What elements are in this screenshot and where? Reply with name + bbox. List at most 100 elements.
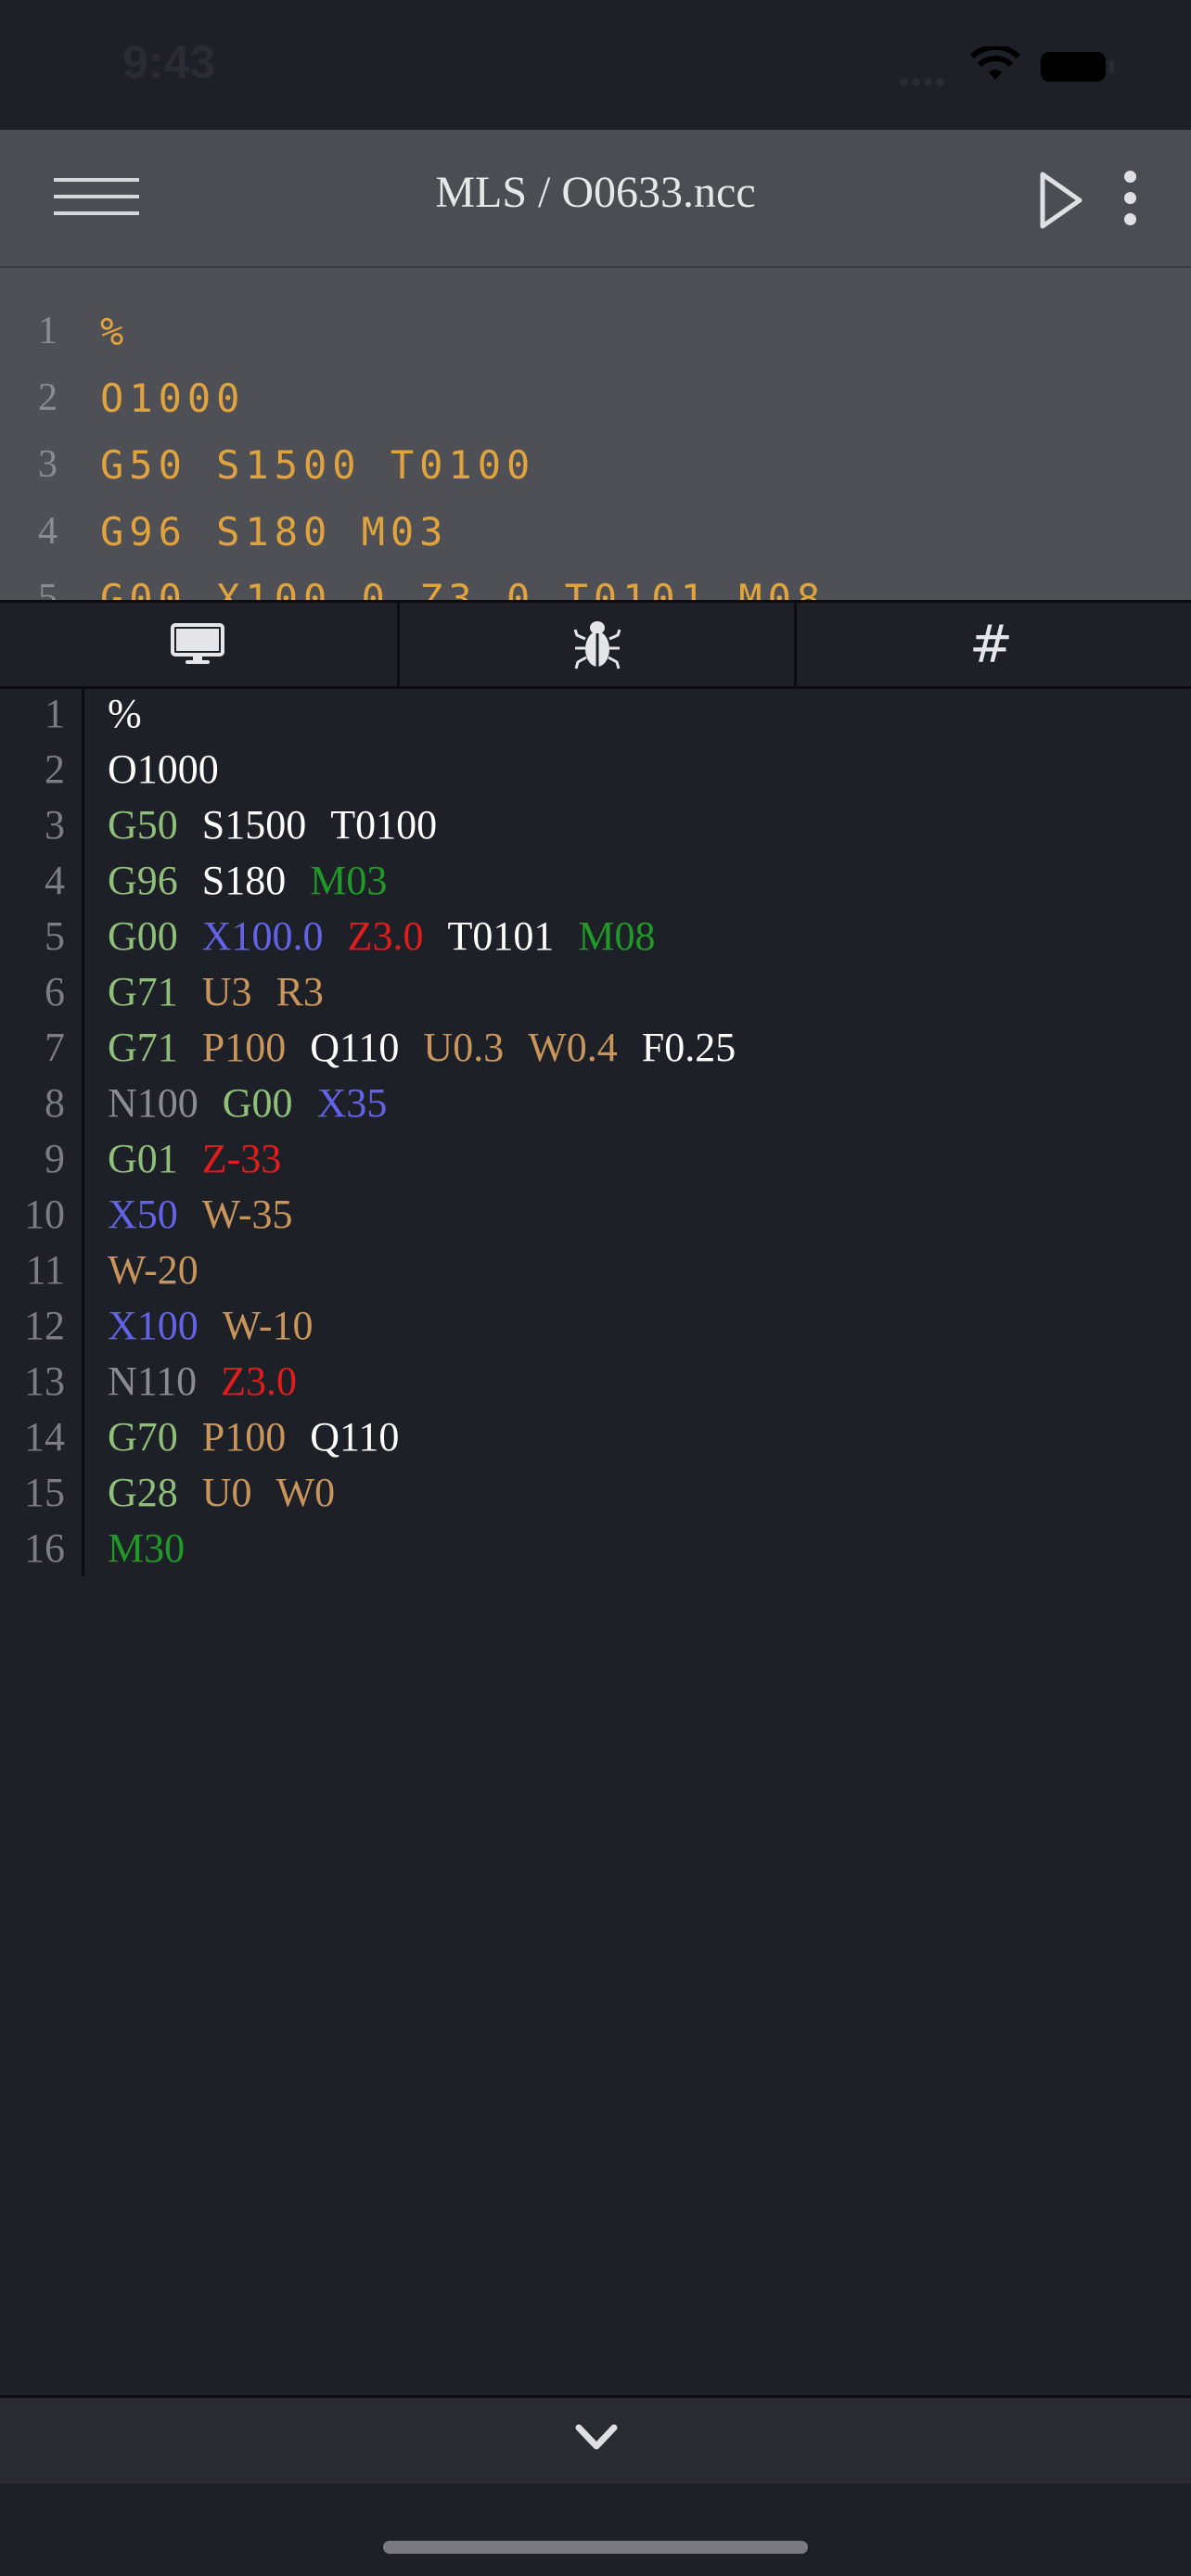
code-token: G96 [108,858,178,903]
preview-line-number: 1 [38,310,58,352]
code-token: T0100 [330,802,438,848]
code-token: U0 [201,1470,252,1515]
code-token: F0.25 [641,1025,736,1070]
code-line[interactable]: 5 G00 X100.0 Z3.0 T0101 M08 [0,909,1191,964]
code-line[interactable]: 2 O1000 [0,742,1191,797]
code-token: W-35 [201,1192,293,1237]
code-token: Z-33 [201,1136,282,1181]
code-token: G00 [108,913,178,959]
code-token: Z3.0 [221,1358,298,1404]
code-token: G70 [108,1414,178,1460]
tab-debug[interactable] [397,603,797,686]
code-text: X50 W-35 [108,1191,317,1238]
line-number: 14 [24,1414,65,1460]
code-line[interactable]: 14 G70 P100 Q110 [0,1409,1191,1465]
code-line[interactable]: 16 M30 [0,1521,1191,1576]
line-number: 16 [24,1525,65,1571]
code-text: O1000 [108,746,243,793]
code-text: G70 P100 Q110 [108,1413,423,1460]
wifi-icon [970,46,1020,80]
code-text: G71 P100 Q110 U0.3 W0.4 F0.25 [108,1024,760,1071]
code-preview-pane[interactable]: 1 % 2 O1000 3 G50 S1500 T0100 4 G96 S180… [0,268,1191,600]
preview-line-code: G96 S180 M03 [100,509,449,555]
code-token: T0101 [447,913,555,959]
status-bar: 9:43 [0,0,1191,130]
preview-line-code: G50 S1500 T0100 [100,442,536,488]
code-line[interactable]: 15 G28 U0 W0 [0,1465,1191,1521]
view-tab-bar: # [0,600,1191,689]
code-text: G71 U3 R3 [108,968,348,1015]
run-play-icon[interactable] [1037,171,1085,230]
line-number: 4 [45,858,65,903]
code-line[interactable]: 6 G71 U3 R3 [0,964,1191,1020]
code-token: W-20 [108,1247,198,1293]
tab-hash[interactable]: # [794,603,1188,686]
code-token: N110 [108,1358,198,1404]
code-token: M08 [578,913,656,959]
code-line[interactable]: 13 N110 Z3.0 [0,1354,1191,1409]
line-number: 9 [45,1136,65,1181]
top-navigation-bar: MLS / O0633.ncc [0,130,1191,268]
code-token: X100.0 [201,913,324,959]
code-token: G28 [108,1470,178,1515]
battery-icon [1041,52,1106,82]
preview-line-code: O1000 [100,376,246,421]
more-options-icon[interactable] [1121,171,1139,230]
code-token: Z3.0 [347,913,424,959]
code-line[interactable]: 12 X100 W-10 [0,1298,1191,1354]
code-line[interactable]: 4 G96 S180 M03 [0,853,1191,909]
code-line[interactable]: 7 G71 P100 Q110 U0.3 W0.4 F0.25 [0,1020,1191,1076]
code-token: X50 [108,1192,178,1237]
line-number: 1 [45,691,65,736]
home-indicator[interactable] [383,2541,808,2554]
preview-line-number: 5 [38,577,58,600]
battery-tip [1109,60,1114,73]
code-line[interactable]: 1% [0,686,1191,742]
code-text: G00 X100.0 Z3.0 T0101 M08 [108,912,679,960]
code-token: X35 [316,1080,388,1126]
code-token: R3 [275,969,324,1014]
line-number: 8 [45,1080,65,1126]
line-number: 12 [24,1303,65,1348]
line-number: 7 [45,1025,65,1070]
code-token: N100 [108,1080,198,1126]
code-token: W-10 [222,1303,314,1348]
code-line[interactable]: 11 W-20 [0,1243,1191,1298]
bug-icon [573,621,621,670]
code-token: M03 [310,858,388,903]
tab-monitor[interactable] [0,603,394,686]
code-line[interactable]: 3 G50 S1500 T0100 [0,797,1191,853]
code-token: M30 [108,1525,186,1571]
line-number: 11 [25,1247,65,1293]
status-time: 9:43 [122,36,216,88]
line-number: 2 [45,746,65,792]
line-number: 13 [24,1358,65,1404]
preview-line: 4 G96 S180 M03 [0,500,1191,567]
code-token: P100 [201,1025,287,1070]
preview-line-number: 4 [38,510,58,553]
code-text: % [108,690,166,737]
code-token: W0.4 [528,1025,618,1070]
code-token: G00 [222,1080,293,1126]
chevron-down-icon[interactable] [573,2422,620,2454]
preview-line-code: G00 X100.0 Z3.0 T0101 M08 [100,576,826,600]
line-number: 3 [45,802,65,848]
cellular-signal-icon [900,74,948,91]
code-token: G71 [108,1025,178,1070]
code-line[interactable]: 10 X50 W-35 [0,1187,1191,1243]
code-line[interactable]: 9 G01 Z-33 [0,1131,1191,1187]
code-token: P100 [201,1414,287,1460]
page-title: MLS / O0633.ncc [435,168,756,217]
line-number: 10 [24,1192,65,1237]
preview-line: 5 G00 X100.0 Z3.0 T0101 M08 [0,567,1191,600]
hash-symbol: # [969,614,1013,675]
code-text: G50 S1500 T0100 [108,801,461,848]
code-text: X100 W-10 [108,1302,338,1349]
code-line[interactable]: 8 N100 G00 X35 [0,1076,1191,1131]
code-text: M30 [108,1524,209,1572]
code-token: S1500 [201,802,307,848]
code-text: G96 S180 M03 [108,857,411,904]
code-token: % [108,691,142,736]
code-token: Q110 [310,1414,400,1460]
monitor-icon [170,623,224,664]
